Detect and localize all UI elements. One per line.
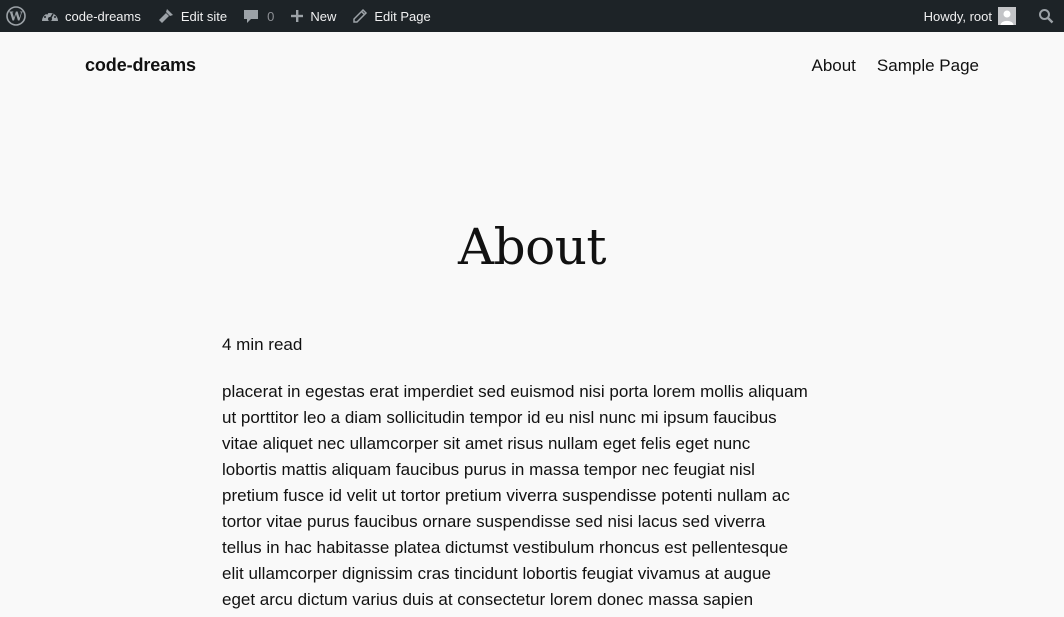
edit-page-label: Edit Page <box>374 8 431 24</box>
body-paragraph: placerat in egestas erat imperdiet sed e… <box>222 379 852 613</box>
nav-item-sample-page[interactable]: Sample Page <box>877 56 979 76</box>
site-name-label: code-dreams <box>65 8 141 24</box>
edit-site-label: Edit site <box>180 8 228 24</box>
paragraph-line: lobortis mattis aliquam faucibus purus i… <box>222 460 755 479</box>
primary-navigation: About Sample Page <box>811 56 979 76</box>
edit-page-button[interactable]: Edit Page <box>344 0 438 32</box>
wordpress-logo-icon: W <box>6 6 26 26</box>
plus-icon <box>290 9 304 23</box>
comments-button[interactable]: 0 <box>235 0 282 32</box>
search-icon <box>1038 8 1054 24</box>
user-avatar-icon <box>998 7 1016 25</box>
paragraph-line: pretium fusce id velit ut tortor pretium… <box>222 486 790 505</box>
comments-count: 0 <box>267 8 275 24</box>
svg-text:W: W <box>8 10 23 24</box>
paragraph-line: tortor vitae purus faucibus ornare suspe… <box>222 512 766 531</box>
site-name-menu[interactable]: code-dreams <box>33 0 149 32</box>
admin-bar: W code-dreams Edit site 0 New Edit Page … <box>0 0 1064 32</box>
nav-item-about[interactable]: About <box>811 56 855 76</box>
page-content: 4 min read placerat in egestas erat impe… <box>222 334 852 613</box>
paragraph-line: tellus in hac habitasse platea dictumst … <box>222 538 789 557</box>
greeting-label: Howdy, root <box>923 8 992 24</box>
edit-site-button[interactable]: Edit site <box>149 0 235 32</box>
paragraph-line: ut porttitor leo a diam sollicitudin tem… <box>222 408 777 427</box>
dashboard-gauge-icon <box>41 8 59 24</box>
search-button[interactable] <box>1024 0 1064 32</box>
page-title: About <box>457 218 607 276</box>
brush-icon <box>157 7 175 25</box>
read-time: 4 min read <box>222 335 303 354</box>
new-content-button[interactable]: New <box>282 0 344 32</box>
account-menu[interactable]: Howdy, root <box>916 0 1024 32</box>
paragraph-line: vitae aliquet nec ullamcorper sit amet r… <box>222 434 751 453</box>
comment-bubble-icon <box>243 8 259 24</box>
site-header: code-dreams About Sample Page <box>0 32 1064 100</box>
paragraph-line: placerat in egestas erat imperdiet sed e… <box>222 382 808 401</box>
pencil-icon <box>352 8 368 24</box>
paragraph-line: eget arcu dictum varius duis at consecte… <box>222 590 754 609</box>
site-title-link[interactable]: code-dreams <box>85 55 196 76</box>
paragraph-line: elit ullamcorper dignissim cras tincidun… <box>222 564 771 583</box>
new-label: New <box>310 8 337 24</box>
wordpress-menu[interactable]: W <box>0 0 33 32</box>
